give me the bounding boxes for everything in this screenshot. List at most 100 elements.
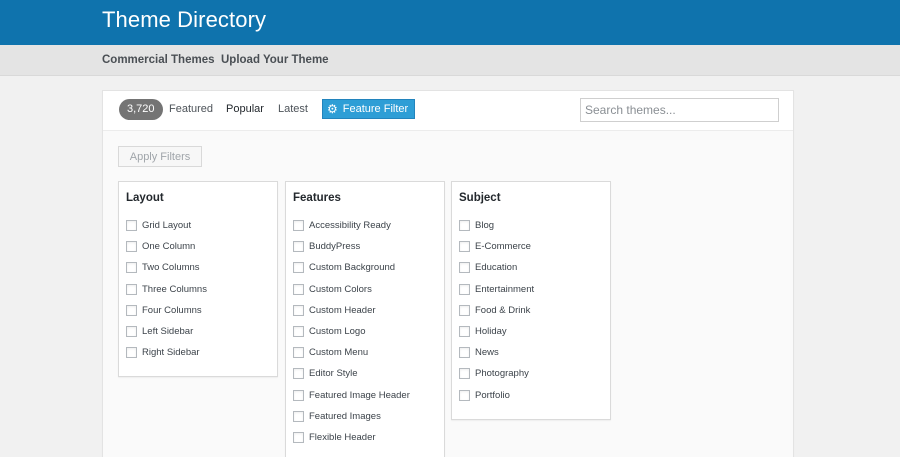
filter-option-label: Education xyxy=(475,262,518,273)
filter-group-title: Features xyxy=(293,192,341,204)
filter-option[interactable]: BuddyPress xyxy=(293,241,360,252)
checkbox[interactable] xyxy=(459,305,470,316)
checkbox[interactable] xyxy=(459,220,470,231)
filter-option[interactable]: E-Commerce xyxy=(459,241,531,252)
filter-option-label: Two Columns xyxy=(142,262,200,273)
filter-group-features: Features Accessibility Ready BuddyPress Cus… xyxy=(285,181,445,457)
filter-option[interactable]: Education xyxy=(459,262,517,273)
checkbox[interactable] xyxy=(293,368,304,379)
filter-option[interactable]: Flexible Header xyxy=(293,432,376,443)
checkbox[interactable] xyxy=(459,326,470,337)
checkbox[interactable] xyxy=(126,241,137,252)
filter-option-label: Grid Layout xyxy=(142,220,192,231)
checkbox[interactable] xyxy=(126,262,137,273)
checkbox[interactable] xyxy=(459,368,470,379)
site-header: Theme Directory xyxy=(0,0,900,45)
feature-filter-label: Feature Filter xyxy=(342,103,409,115)
filter-option-label: Editor Style xyxy=(309,368,358,379)
checkbox[interactable] xyxy=(293,390,304,401)
filter-option-label: Custom Colors xyxy=(309,284,372,295)
commercial-themes-link[interactable]: Commercial Themes xyxy=(102,54,215,66)
filter-option[interactable]: Featured Image Header xyxy=(293,390,410,401)
filter-option-label: News xyxy=(475,347,499,358)
checkbox[interactable] xyxy=(293,305,304,316)
filter-group-layout: Layout Grid Layout One Column Two Columns Th… xyxy=(118,181,278,377)
filter-option[interactable]: Editor Style xyxy=(293,368,358,379)
filter-option-label: E-Commerce xyxy=(475,241,531,252)
filter-option-label: Custom Background xyxy=(309,262,396,273)
filter-option[interactable]: Four Columns xyxy=(126,305,202,316)
filter-option[interactable]: Custom Menu xyxy=(293,347,368,358)
filter-option-label: One Column xyxy=(142,241,196,252)
filter-option[interactable]: Three Columns xyxy=(126,284,207,295)
filter-option-label: Three Columns xyxy=(142,284,207,295)
filter-option[interactable]: Two Columns xyxy=(126,262,200,273)
filter-option[interactable]: Custom Colors xyxy=(293,284,372,295)
filter-option[interactable]: Featured Images xyxy=(293,411,381,422)
filter-option-label: Custom Header xyxy=(309,305,376,316)
checkbox[interactable] xyxy=(293,347,304,358)
checkbox[interactable] xyxy=(126,284,137,295)
checkbox[interactable] xyxy=(126,220,137,231)
tab-popular[interactable]: Popular xyxy=(226,103,264,115)
gear-icon: ⚙ xyxy=(327,102,338,116)
filter-option-label: Accessibility Ready xyxy=(309,220,391,231)
checkbox[interactable] xyxy=(126,347,137,358)
filter-option[interactable]: Entertainment xyxy=(459,284,534,295)
filter-option[interactable]: Custom Background xyxy=(293,262,395,273)
filter-option[interactable]: One Column xyxy=(126,241,195,252)
filter-toolbar: 3,720 Featured Popular Latest ⚙ Feature … xyxy=(103,91,793,131)
theme-count-badge: 3,720 xyxy=(119,99,163,120)
theme-browser-panel: 3,720 Featured Popular Latest ⚙ Feature … xyxy=(102,90,794,457)
feature-filter-button[interactable]: ⚙ Feature Filter xyxy=(322,99,416,119)
checkbox[interactable] xyxy=(459,390,470,401)
filter-option-label: BuddyPress xyxy=(309,241,361,252)
tab-latest[interactable]: Latest xyxy=(278,103,308,115)
checkbox[interactable] xyxy=(293,284,304,295)
filter-option[interactable]: Grid Layout xyxy=(126,220,191,231)
apply-filters-button[interactable]: Apply Filters xyxy=(118,146,202,167)
filter-option[interactable]: News xyxy=(459,347,499,358)
filter-option-label: Right Sidebar xyxy=(142,347,200,358)
search-input[interactable] xyxy=(580,98,779,122)
filter-option[interactable]: Left Sidebar xyxy=(126,326,193,337)
filter-option[interactable]: Food & Drink xyxy=(459,305,530,316)
filter-option[interactable]: Custom Header xyxy=(293,305,376,316)
filter-option[interactable]: Right Sidebar xyxy=(126,347,200,358)
filter-option[interactable]: Photography xyxy=(459,368,529,379)
filter-option-label: Blog xyxy=(475,220,495,231)
filter-group-subject: Subject Blog E-Commerce Education Entertainm… xyxy=(451,181,611,420)
checkbox[interactable] xyxy=(293,241,304,252)
filter-option[interactable]: Holiday xyxy=(459,326,507,337)
filter-option-label: Featured Image Header xyxy=(309,390,410,401)
filter-option-label: Left Sidebar xyxy=(142,326,194,337)
filter-option-label: Featured Images xyxy=(309,411,381,422)
checkbox[interactable] xyxy=(459,347,470,358)
checkbox[interactable] xyxy=(293,220,304,231)
filter-group-title: Layout xyxy=(126,192,164,204)
filter-option-label: Custom Menu xyxy=(309,347,369,358)
filter-option-label: Photography xyxy=(475,368,529,379)
filter-option-label: Entertainment xyxy=(475,284,535,295)
filter-option-label: Four Columns xyxy=(142,305,202,316)
filter-option[interactable]: Portfolio xyxy=(459,390,510,401)
checkbox[interactable] xyxy=(126,305,137,316)
upload-theme-link[interactable]: Upload Your Theme xyxy=(221,54,329,66)
checkbox[interactable] xyxy=(126,326,137,337)
checkbox[interactable] xyxy=(459,241,470,252)
filter-option[interactable]: Blog xyxy=(459,220,494,231)
checkbox[interactable] xyxy=(459,284,470,295)
filter-option-label: Food & Drink xyxy=(475,305,531,316)
page-title: Theme Directory xyxy=(102,7,267,32)
sub-navigation: Commercial Themes Upload Your Theme xyxy=(0,45,900,76)
checkbox[interactable] xyxy=(293,326,304,337)
checkbox[interactable] xyxy=(293,432,304,443)
filter-option-label: Custom Logo xyxy=(309,326,366,337)
checkbox[interactable] xyxy=(293,262,304,273)
filter-option[interactable]: Accessibility Ready xyxy=(293,220,391,231)
checkbox[interactable] xyxy=(293,411,304,422)
filter-option-label: Portfolio xyxy=(475,390,510,401)
tab-featured[interactable]: Featured xyxy=(169,103,213,115)
filter-option[interactable]: Custom Logo xyxy=(293,326,366,337)
checkbox[interactable] xyxy=(459,262,470,273)
